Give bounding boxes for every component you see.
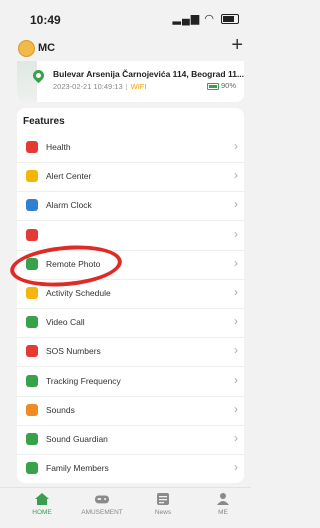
schedule-icon <box>26 287 38 299</box>
user-name[interactable]: MC <box>38 42 55 54</box>
features-title: Features <box>23 116 65 127</box>
feature-row-alert-center[interactable]: Alert Center › <box>17 162 244 193</box>
feature-label: Alert Center <box>46 171 92 182</box>
device-battery-text: 90% <box>220 81 236 90</box>
location-card[interactable]: Bulevar Arsenija Čarnojevića 114, Beogra… <box>17 61 244 102</box>
feature-row-health[interactable]: Health › <box>17 133 244 163</box>
chevron-right-icon: › <box>234 139 238 153</box>
feature-label: Sounds <box>46 404 75 415</box>
tab-amusement[interactable]: AMUSEMENT <box>72 488 132 528</box>
news-icon <box>157 493 169 505</box>
location-network: WIFI <box>130 82 147 91</box>
feature-row-sounds[interactable]: Sounds › <box>17 396 244 426</box>
person-icon <box>217 493 229 505</box>
heart-icon <box>26 228 38 241</box>
feature-row-video-call[interactable]: Video Call › <box>17 308 244 339</box>
chevron-right-icon: › <box>234 431 238 445</box>
tracking-icon <box>26 374 38 387</box>
home-icon <box>35 493 49 505</box>
message-icon <box>26 170 38 183</box>
feature-row-sound-guardian[interactable]: Sound Guardian › <box>17 425 244 455</box>
feature-label: SOS Numbers <box>46 346 101 357</box>
add-button[interactable]: + <box>231 34 243 56</box>
map-thumbnail <box>17 61 37 102</box>
tab-news[interactable]: News <box>133 488 193 528</box>
chevron-right-icon: › <box>234 226 238 241</box>
chevron-right-icon: › <box>234 168 238 183</box>
avatar[interactable] <box>18 40 35 57</box>
header: MC + <box>0 34 251 60</box>
feature-label: Sound Guardian <box>46 434 108 444</box>
feature-label: Family Members <box>46 463 109 474</box>
clock-icon <box>26 199 38 212</box>
person-icon <box>26 462 38 475</box>
chevron-right-icon: › <box>234 401 238 416</box>
tab-me[interactable]: ME <box>193 488 253 528</box>
gamepad-icon <box>95 495 109 504</box>
chevron-right-icon: › <box>234 314 238 329</box>
battery-mini-icon <box>206 82 219 90</box>
shield-icon <box>26 433 38 445</box>
tab-bar: HOME AMUSEMENT News ME <box>0 487 251 528</box>
tab-home-label: HOME <box>32 509 52 516</box>
tab-me-label: ME <box>218 509 228 516</box>
feature-row-unlabeled[interactable]: › <box>17 221 244 251</box>
feature-row-alarm-clock[interactable]: Alarm Clock › <box>17 191 244 222</box>
chevron-right-icon: › <box>234 197 238 212</box>
status-icons: ▂▄▆ ◠ <box>173 12 239 25</box>
feature-label: Health <box>46 142 71 152</box>
status-time: 10:49 <box>30 13 61 27</box>
phone-icon <box>26 316 38 329</box>
feature-label: Alarm Clock <box>46 200 92 211</box>
feature-label: Activity Schedule <box>46 288 111 298</box>
battery-icon <box>221 14 239 25</box>
feature-label: Tracking Frequency <box>46 375 121 386</box>
heart-icon <box>26 141 38 153</box>
tab-amusement-label: AMUSEMENT <box>81 509 123 516</box>
feature-row-tracking-frequency[interactable]: Tracking Frequency › <box>17 367 244 397</box>
location-timestamp: 2023-02-21 10:49:13 <box>53 82 123 91</box>
chevron-right-icon: › <box>234 285 238 299</box>
tab-home[interactable]: HOME <box>12 488 72 528</box>
chevron-right-icon: › <box>234 255 238 270</box>
chevron-right-icon: › <box>234 460 238 475</box>
speaker-icon <box>26 403 38 416</box>
feature-row-family-members[interactable]: Family Members › <box>17 454 244 483</box>
tab-news-label: News <box>154 509 172 516</box>
location-meta: 2023-02-21 10:49:13 | WIFI <box>53 82 147 91</box>
chevron-right-icon: › <box>234 372 238 387</box>
device-battery: 90% <box>206 81 236 90</box>
sos-icon <box>26 345 38 358</box>
chevron-right-icon: › <box>234 343 238 358</box>
location-address: Bulevar Arsenija Čarnojevića 114, Beogra… <box>53 69 244 79</box>
signal-icon: ▂▄▆ <box>172 13 201 25</box>
wifi-icon: ◠ <box>204 13 215 25</box>
feature-row-sos-numbers[interactable]: SOS Numbers › <box>17 337 244 368</box>
features-card: Features Health › Alert Center › Alarm Clock… <box>17 108 244 483</box>
status-bar: 10:49 ▂▄▆ ◠ <box>0 0 251 30</box>
feature-label: Video Call <box>46 317 85 328</box>
